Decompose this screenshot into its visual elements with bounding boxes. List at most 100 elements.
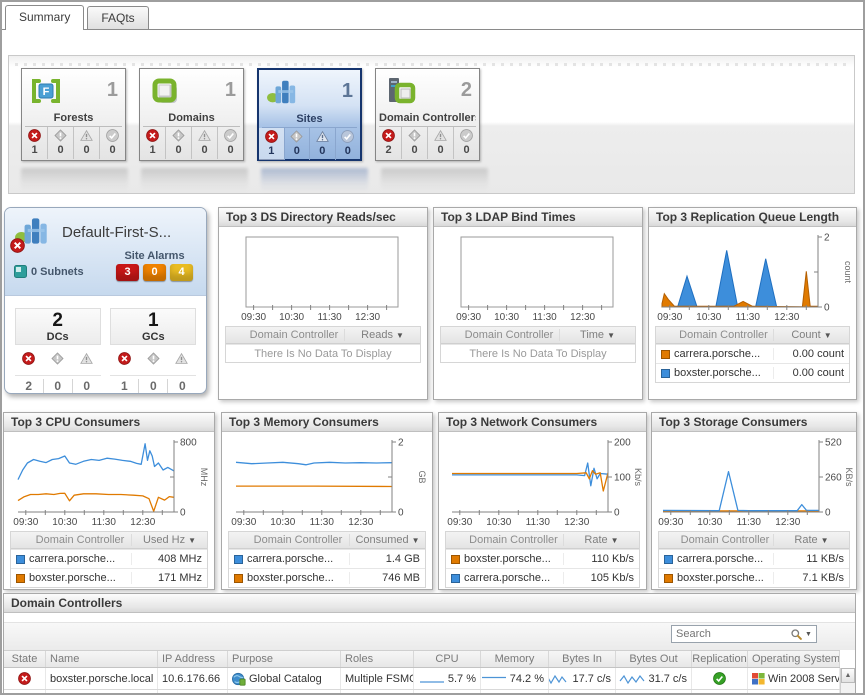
domain-controllers-icon: [383, 75, 417, 107]
table-row[interactable]: carrera.porsche... 0.00 count: [656, 344, 849, 363]
panel-title: Top 3 LDAP Bind Times: [434, 208, 642, 227]
table-row[interactable]: carrera.porsche... 11 KB/s: [659, 549, 849, 568]
svg-text:0: 0: [824, 303, 830, 314]
critical-icon: [172, 129, 185, 142]
column-header-operating-system[interactable]: Operating System: [748, 651, 840, 667]
normal-icon: [341, 130, 354, 143]
forests-count: 1: [107, 79, 118, 102]
forests-icon: F: [29, 75, 63, 107]
column-header-domain-controller[interactable]: Domain Controller: [677, 534, 773, 546]
table-row[interactable]: boxster.porsche... 746 MB: [229, 568, 425, 587]
column-header-name[interactable]: Name: [46, 651, 158, 667]
critical-alarm-badge[interactable]: 0: [143, 264, 166, 281]
column-header-domain-controller[interactable]: Domain Controller: [29, 534, 131, 546]
column-header-ip-address[interactable]: IP Address: [158, 651, 228, 667]
tile-domain-controllers[interactable]: 2 Domain Controllers 2 0 0 0: [375, 68, 480, 161]
column-header-domain-controller[interactable]: Domain Controller: [244, 329, 344, 341]
panel-ldap-bind-times: Top 3 LDAP Bind Times 09:3010:3011:3012:…: [433, 207, 643, 400]
normal-icon: [224, 129, 237, 142]
dc-roles: Multiple FSMO: [341, 668, 414, 689]
table-row[interactable]: boxster.porsche... 0.00 count: [656, 363, 849, 382]
svg-text:09:30: 09:30: [231, 517, 256, 528]
column-header-reads[interactable]: Reads▼: [344, 329, 420, 341]
column-header-rate[interactable]: Rate▼: [563, 534, 639, 546]
column-header-replication[interactable]: Replication: [692, 651, 748, 667]
global-catalog-icon: [232, 672, 246, 686]
critical-status: 0: [285, 128, 311, 160]
column-header-cpu[interactable]: CPU: [414, 651, 481, 667]
sort-descending-icon: ▼: [188, 536, 196, 545]
tab-faqts[interactable]: FAQts: [87, 6, 148, 29]
column-header-memory[interactable]: Memory: [481, 651, 549, 667]
column-header-time[interactable]: Time▼: [559, 329, 635, 341]
column-header-count[interactable]: Count▼: [773, 329, 849, 341]
column-header-roles[interactable]: Roles: [341, 651, 414, 667]
metric-value: 0.00 count: [773, 348, 849, 360]
table-row[interactable]: boxster.porsche... 7.1 KB/s: [659, 568, 849, 587]
table-row[interactable]: carrera.porsche... 408 MHz: [11, 549, 207, 568]
dc-name: carrera.porsche...: [29, 553, 131, 565]
table-toolbar: ▼: [4, 613, 855, 650]
column-header-domain-controller[interactable]: Domain Controller: [459, 329, 559, 341]
top3-table: Domain Controller Reads▼ There Is No Dat…: [225, 326, 421, 363]
column-header-used-hz[interactable]: Used Hz▼: [131, 534, 207, 546]
svg-text:12:30: 12:30: [774, 312, 799, 323]
gcs-count: 1: [111, 311, 195, 331]
tile-forests[interactable]: F 1 Forests 1 0 0 0: [21, 68, 126, 161]
svg-text:10:30: 10:30: [279, 312, 304, 323]
tab-summary[interactable]: Summary: [5, 5, 84, 30]
tile-domains[interactable]: 1 Domains 1 0 0 0: [139, 68, 244, 161]
dcs-count: 2: [16, 311, 100, 331]
storage-chart: 09:3010:3011:3012:300260520KB/s: [655, 435, 853, 529]
fatal-status: 1: [140, 127, 166, 159]
dc-name: boxster.porsche...: [677, 572, 773, 584]
tab-strip: Summary FAQts: [2, 5, 863, 30]
search-button[interactable]: ▼: [786, 626, 816, 642]
dcs-warning-count: 0: [73, 379, 101, 393]
windows-logo-icon: [752, 673, 765, 685]
svg-text:09:30: 09:30: [658, 517, 683, 528]
column-header-rate[interactable]: Rate▼: [773, 534, 849, 546]
table-row[interactable]: boxster.porsche... 110 Kb/s: [446, 549, 639, 568]
column-header-purpose[interactable]: Purpose: [228, 651, 341, 667]
dc-purpose: Global Catalog: [249, 673, 322, 685]
tile-sites[interactable]: 1 Sites 1 0 0 0: [257, 68, 362, 161]
sort-descending-icon: ▼: [821, 536, 829, 545]
warning-icon: [80, 129, 93, 142]
column-header-bytes-out[interactable]: Bytes Out: [616, 651, 692, 667]
search-input[interactable]: [672, 628, 786, 640]
fatal-alarm-badge[interactable]: 3: [116, 264, 139, 281]
sort-descending-icon: ▼: [412, 536, 420, 545]
column-header-state[interactable]: State: [4, 651, 46, 667]
selected-site-card[interactable]: Default-First-S... 0 Subnets Site Alarms…: [4, 207, 207, 394]
table-row[interactable]: carrera.porsche... 1.4 GB: [229, 549, 425, 568]
cpu-sparkline: [419, 673, 445, 685]
warning-alarm-badge[interactable]: 4: [170, 264, 193, 281]
svg-text:12:30: 12:30: [570, 312, 595, 323]
replication-ok-icon: [713, 672, 726, 685]
metric-value: 746 MB: [349, 572, 425, 584]
column-header-domain-controller[interactable]: Domain Controller: [674, 329, 773, 341]
critical-status: 0: [166, 127, 192, 159]
svg-text:11:30: 11:30: [737, 517, 762, 528]
table-row[interactable]: carrera.porsche.local 10.6.176.67 Domain…: [4, 690, 840, 694]
column-header-consumed[interactable]: Consumed▼: [349, 534, 425, 546]
dc-name: boxster.porsche...: [247, 572, 349, 584]
tile-label: Domain Controllers: [379, 112, 476, 127]
fatal-status: 1: [22, 127, 48, 159]
table-header-row: State Name IP Address Purpose Roles CPU …: [4, 650, 840, 668]
normal-status: 0: [454, 127, 479, 159]
table-row[interactable]: boxster.porsche... 171 MHz: [11, 568, 207, 587]
vertical-scrollbar[interactable]: ▲: [840, 668, 855, 693]
svg-text:11:30: 11:30: [532, 312, 557, 323]
svg-text:12:30: 12:30: [775, 517, 800, 528]
svg-text:800: 800: [180, 438, 197, 449]
table-row[interactable]: boxster.porsche.local 10.6.176.66 Global…: [4, 668, 840, 690]
column-header-domain-controller[interactable]: Domain Controller: [464, 534, 563, 546]
scroll-up-button[interactable]: ▲: [841, 668, 855, 683]
svg-text:2: 2: [824, 233, 830, 244]
table-row[interactable]: carrera.porsche... 105 Kb/s: [446, 568, 639, 587]
fatal-icon: [382, 129, 395, 142]
column-header-bytes-in[interactable]: Bytes In: [549, 651, 616, 667]
column-header-domain-controller[interactable]: Domain Controller: [247, 534, 349, 546]
